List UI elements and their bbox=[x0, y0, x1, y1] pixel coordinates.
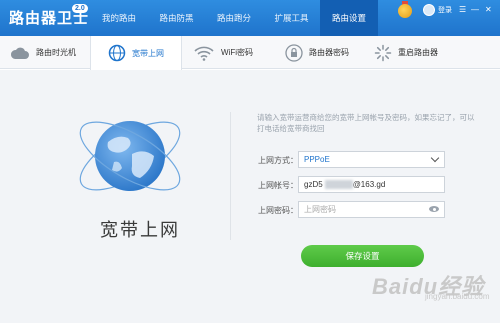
watermark-url: jingyan.baidu.com bbox=[425, 292, 490, 301]
globe-icon bbox=[108, 44, 126, 62]
redacted-blur bbox=[324, 180, 353, 190]
subtab-label: 路由器密码 bbox=[309, 48, 349, 57]
chevron-down-icon bbox=[430, 153, 440, 163]
wifi-icon bbox=[194, 46, 214, 61]
subtab-restart-router[interactable]: 重启路由器 bbox=[374, 36, 438, 69]
top-bar: 路由器卫士 2.0 我的路由 路由防黑 路由跑分 扩展工具 路由设置 登录 ☰ … bbox=[0, 0, 500, 36]
account-value-prefix: gzD5 bbox=[304, 180, 323, 189]
subtab-router-timemachine[interactable]: 路由时光机 bbox=[10, 36, 76, 69]
page-heading: 宽带上网 bbox=[100, 220, 180, 240]
menu-icon[interactable]: ☰ bbox=[459, 5, 466, 14]
save-button[interactable]: 保存设置 bbox=[301, 245, 424, 267]
close-icon[interactable]: ✕ bbox=[485, 5, 492, 14]
minimize-icon[interactable]: — bbox=[471, 5, 479, 14]
password-input[interactable]: 上网密码 bbox=[298, 201, 445, 218]
mode-label: 上网方式： bbox=[258, 156, 298, 165]
password-label: 上网密码： bbox=[258, 206, 298, 215]
subtab-label: 宽带上网 bbox=[132, 48, 164, 58]
medal-icon[interactable] bbox=[398, 4, 412, 18]
avatar-icon[interactable] bbox=[423, 4, 435, 16]
mode-select[interactable]: PPPoE bbox=[298, 151, 445, 168]
password-placeholder: 上网密码 bbox=[304, 205, 336, 214]
hint-text: 请输入宽带运营商给您的宽带上网帐号及密码，如果忘记了，可以打电话给宽带商找回 bbox=[257, 113, 475, 133]
subtab-label: 路由时光机 bbox=[36, 48, 76, 57]
nav-tab-tools[interactable]: 扩展工具 bbox=[263, 0, 320, 36]
divider bbox=[230, 112, 231, 240]
subtab-broadband[interactable]: 宽带上网 bbox=[90, 36, 182, 70]
account-input[interactable]: gzD5 @163.gd bbox=[298, 176, 445, 193]
version-badge: 2.0 bbox=[72, 4, 88, 13]
subtab-label: 重启路由器 bbox=[398, 48, 438, 57]
account-label: 上网帐号： bbox=[258, 181, 298, 190]
login-link[interactable]: 登录 bbox=[438, 5, 452, 15]
nav-tab-anti-hack[interactable]: 路由防黑 bbox=[148, 0, 205, 36]
lock-icon bbox=[285, 43, 303, 62]
account-value-suffix: @163.gd bbox=[352, 180, 386, 189]
globe-illustration bbox=[70, 108, 190, 213]
restart-icon bbox=[374, 44, 392, 61]
nav-tab-router-settings[interactable]: 路由设置 bbox=[320, 0, 378, 36]
globe-icon bbox=[79, 121, 181, 191]
subtab-router-password[interactable]: 路由器密码 bbox=[285, 36, 349, 69]
subtab-wifi-password[interactable]: WiFi密码 bbox=[193, 36, 253, 69]
cloud-icon bbox=[10, 47, 29, 59]
nav-tab-speed-score[interactable]: 路由跑分 bbox=[205, 0, 263, 36]
nav-tab-my-router[interactable]: 我的路由 bbox=[90, 0, 148, 36]
sub-nav: 路由时光机 宽带上网 WiFi密码 路由器密码 重启路由器 bbox=[0, 36, 500, 70]
mode-value: PPPoE bbox=[304, 155, 330, 164]
subtab-label: WiFi密码 bbox=[221, 48, 253, 57]
eye-icon[interactable] bbox=[429, 206, 439, 212]
